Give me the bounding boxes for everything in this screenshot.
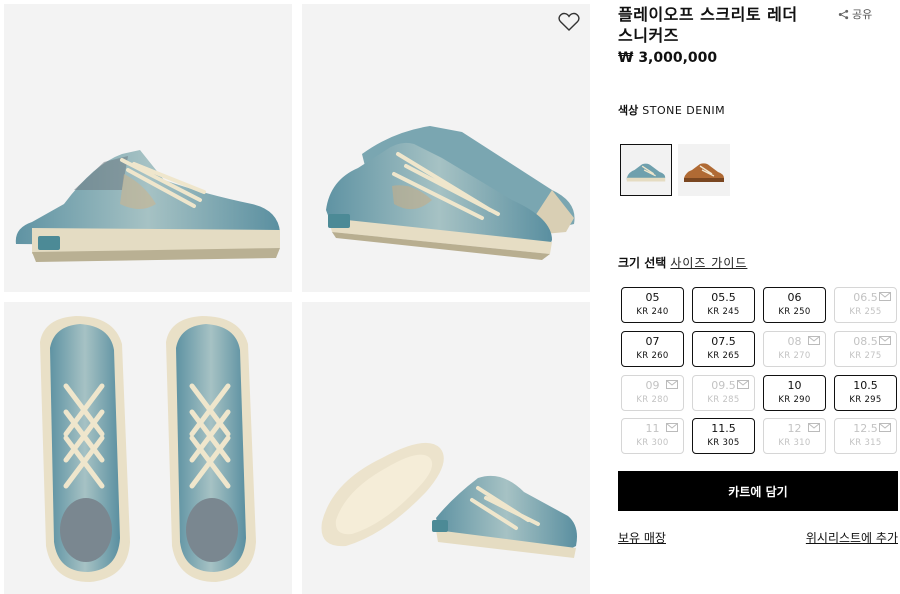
- size-kr-label: KR 280: [636, 395, 669, 405]
- size-us-label: 11.5: [711, 422, 736, 435]
- add-to-cart-button[interactable]: 카트에 담기: [618, 471, 898, 511]
- size-us-label: 10.5: [853, 379, 878, 392]
- notify-mail-icon: [808, 336, 820, 345]
- color-label: 색상: [618, 104, 639, 117]
- product-image-sole[interactable]: [302, 302, 590, 594]
- product-image-top[interactable]: [4, 302, 292, 594]
- product-image-angle[interactable]: [302, 4, 590, 292]
- size-option[interactable]: 06.5 KR 255: [834, 287, 897, 323]
- size-kr-label: KR 310: [778, 438, 811, 448]
- size-header: 크기 선택 사이즈 가이드: [618, 254, 747, 271]
- tan-brown-shoe-thumbnail: [684, 163, 724, 182]
- size-kr-label: KR 260: [636, 351, 669, 361]
- size-kr-label: KR 295: [849, 395, 882, 405]
- color-value: STONE DENIM: [642, 104, 726, 117]
- size-kr-label: KR 300: [636, 438, 669, 448]
- size-kr-label: KR 255: [849, 307, 882, 317]
- sneaker-top-view-image: [40, 316, 256, 582]
- size-option[interactable]: 11.5 KR 305: [692, 418, 755, 454]
- wishlist-heart-icon[interactable]: [558, 12, 580, 32]
- size-kr-label: KR 315: [849, 438, 882, 448]
- size-us-label: 05.5: [711, 291, 736, 304]
- size-us-label: 05: [645, 291, 660, 304]
- size-option[interactable]: 05.5 KR 245: [692, 287, 755, 323]
- size-label: 크기 선택: [618, 256, 667, 270]
- share-label: 공유: [852, 8, 873, 21]
- size-kr-label: KR 305: [707, 438, 740, 448]
- size-kr-label: KR 290: [778, 395, 811, 405]
- stone-denim-shoe-thumbnail: [626, 163, 666, 182]
- notify-mail-icon: [879, 423, 891, 432]
- size-kr-label: KR 245: [707, 307, 740, 317]
- product-image-side[interactable]: [4, 4, 292, 292]
- size-option[interactable]: 06 KR 250: [763, 287, 826, 323]
- color-swatch-stone-denim[interactable]: [620, 144, 672, 196]
- size-option[interactable]: 11 KR 300: [621, 418, 684, 454]
- color-swatch-tan-brown[interactable]: [678, 144, 730, 196]
- size-kr-label: KR 275: [849, 351, 882, 361]
- size-kr-label: KR 270: [778, 351, 811, 361]
- notify-mail-icon: [737, 380, 749, 389]
- share-icon: [838, 9, 849, 19]
- notify-mail-icon: [666, 380, 678, 389]
- size-us-label: 06: [787, 291, 802, 304]
- size-option[interactable]: 10 KR 290: [763, 375, 826, 411]
- size-option[interactable]: 08.5 KR 275: [834, 331, 897, 367]
- size-kr-label: KR 250: [778, 307, 811, 317]
- add-to-wishlist-link[interactable]: 위시리스트에 추가: [806, 529, 898, 546]
- store-stock-link[interactable]: 보유 매장: [618, 529, 666, 546]
- size-option[interactable]: 10.5 KR 295: [834, 375, 897, 411]
- notify-mail-icon: [879, 336, 891, 345]
- product-gallery: [0, 0, 600, 594]
- size-option[interactable]: 05 KR 240: [621, 287, 684, 323]
- size-us-label: 07.5: [711, 335, 736, 348]
- size-kr-label: KR 240: [636, 307, 669, 317]
- notify-mail-icon: [808, 423, 820, 432]
- size-us-label: 10: [787, 379, 802, 392]
- size-option[interactable]: 09 KR 280: [621, 375, 684, 411]
- product-info-panel: 플레이오프 스크리토 레더 스니커즈 공유 ₩ 3,000,000 색상 STON…: [618, 0, 900, 594]
- size-option[interactable]: 12.5 KR 315: [834, 418, 897, 454]
- size-guide-link[interactable]: 사이즈 가이드: [670, 256, 747, 270]
- size-option[interactable]: 07 KR 260: [621, 331, 684, 367]
- sneaker-sole-view-image: [321, 442, 577, 558]
- notify-mail-icon: [666, 423, 678, 432]
- product-title: 플레이오프 스크리토 레더 스니커즈: [618, 5, 798, 45]
- size-kr-label: KR 265: [707, 351, 740, 361]
- size-option[interactable]: 08 KR 270: [763, 331, 826, 367]
- notify-mail-icon: [879, 292, 891, 301]
- sneaker-pair-angle-image: [326, 126, 575, 260]
- size-us-label: 07: [645, 335, 660, 348]
- size-option[interactable]: 12 KR 310: [763, 418, 826, 454]
- product-price: ₩ 3,000,000: [618, 50, 718, 66]
- size-kr-label: KR 285: [707, 395, 740, 405]
- sneaker-side-image: [15, 150, 281, 262]
- color-selection: 색상 STONE DENIM: [618, 102, 725, 118]
- size-option[interactable]: 07.5 KR 265: [692, 331, 755, 367]
- share-button[interactable]: 공유: [838, 6, 872, 22]
- size-option[interactable]: 09.5 KR 285: [692, 375, 755, 411]
